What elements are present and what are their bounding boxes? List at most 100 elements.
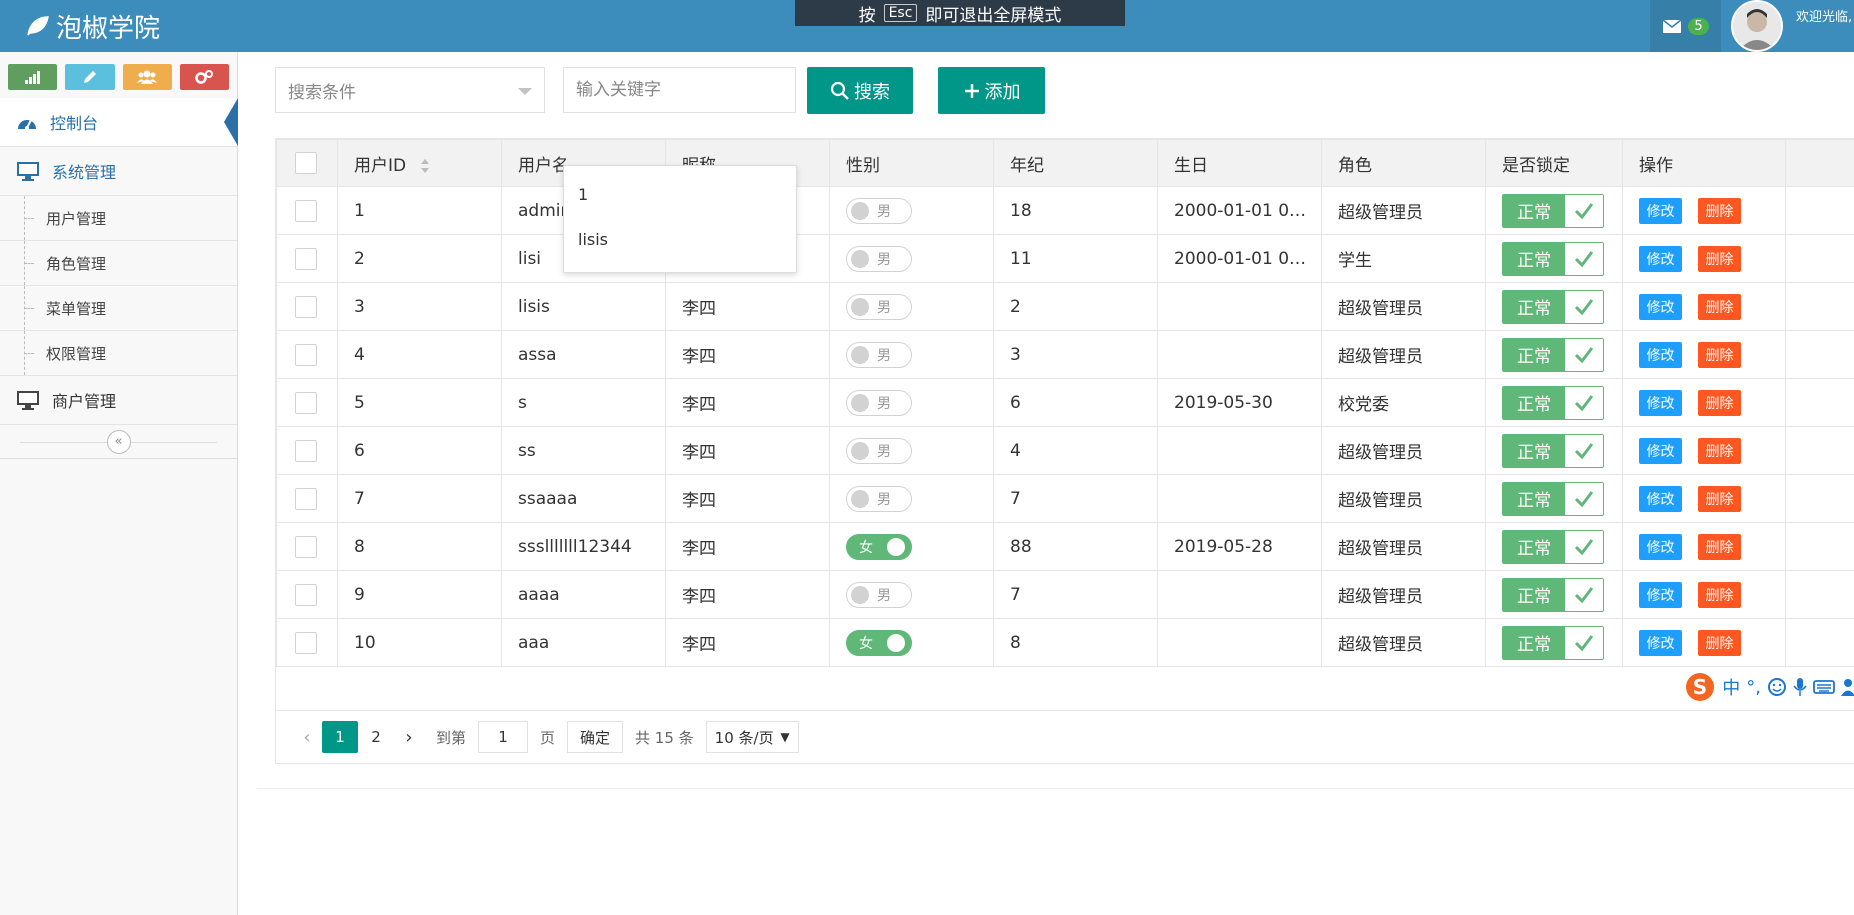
row-checkbox[interactable] xyxy=(295,391,317,414)
column-header-gender: 性别 xyxy=(829,139,994,187)
edit-quick-button[interactable] xyxy=(65,64,115,90)
edit-button[interactable]: 修改 xyxy=(1639,293,1682,320)
cell-nickname: 李四 xyxy=(665,570,830,619)
row-checkbox[interactable] xyxy=(295,439,317,462)
header-label: 是否锁定 xyxy=(1502,155,1570,176)
users-quick-button[interactable] xyxy=(122,64,172,90)
ime-punct[interactable]: °, xyxy=(1746,677,1761,698)
row-checkbox[interactable] xyxy=(295,199,317,222)
delete-button[interactable]: 删除 xyxy=(1698,341,1741,368)
edit-button[interactable]: 修改 xyxy=(1639,581,1682,608)
goto-confirm-button[interactable]: 确定 xyxy=(567,721,624,753)
gender-switch[interactable]: 男 xyxy=(846,197,912,224)
edit-button[interactable]: 修改 xyxy=(1639,341,1682,368)
search-button[interactable]: 搜索 xyxy=(807,67,913,114)
delete-button[interactable]: 删除 xyxy=(1698,245,1741,272)
sidebar-item-merchant[interactable]: 商户管理 xyxy=(0,376,237,425)
lock-toggle[interactable]: 正常 xyxy=(1502,193,1604,228)
microphone-icon[interactable] xyxy=(1793,677,1807,697)
row-checkbox[interactable] xyxy=(295,487,317,510)
edit-button[interactable]: 修改 xyxy=(1639,197,1682,224)
row-checkbox[interactable] xyxy=(295,343,317,366)
delete-button[interactable]: 删除 xyxy=(1698,533,1741,560)
row-checkbox[interactable] xyxy=(295,583,317,606)
sidebar-item-permissions[interactable]: 权限管理 xyxy=(0,331,237,376)
edit-button[interactable]: 修改 xyxy=(1639,485,1682,512)
cell-actions: 修改 删除 xyxy=(1622,474,1786,523)
edit-button[interactable]: 修改 xyxy=(1639,437,1682,464)
cell-gender: 男 xyxy=(829,474,994,523)
cell-birthday xyxy=(1157,570,1322,619)
lock-toggle[interactable]: 正常 xyxy=(1502,529,1604,564)
sort-icon[interactable] xyxy=(420,158,430,174)
row-checkbox[interactable] xyxy=(295,631,317,654)
avatar[interactable] xyxy=(1731,0,1783,52)
gender-switch[interactable]: 男 xyxy=(846,437,912,464)
cell-birthday xyxy=(1157,330,1322,379)
gender-switch[interactable]: 女 xyxy=(846,533,912,560)
page-size-select[interactable]: 10 条/页 ▼ xyxy=(705,721,799,753)
delete-button[interactable]: 删除 xyxy=(1698,293,1741,320)
page-button[interactable]: 2 xyxy=(358,721,394,753)
user-icon[interactable] xyxy=(1841,677,1854,697)
add-button[interactable]: 添加 xyxy=(938,67,1045,114)
sidebar-item-users[interactable]: 用户管理 xyxy=(0,196,237,241)
lock-toggle[interactable]: 正常 xyxy=(1502,577,1604,612)
gender-switch[interactable]: 女 xyxy=(846,629,912,656)
next-page-icon[interactable]: › xyxy=(394,727,424,748)
prev-page-icon[interactable]: ‹ xyxy=(292,727,322,748)
lock-toggle[interactable]: 正常 xyxy=(1502,625,1604,660)
gender-switch[interactable]: 男 xyxy=(846,341,912,368)
edit-button[interactable]: 修改 xyxy=(1639,629,1682,656)
lock-toggle[interactable]: 正常 xyxy=(1502,433,1604,468)
gender-switch[interactable]: 男 xyxy=(846,485,912,512)
cell-age: 6 xyxy=(993,378,1158,427)
ime-lang[interactable]: 中 xyxy=(1722,674,1740,700)
sidebar-item-menus[interactable]: 菜单管理 xyxy=(0,286,237,331)
lock-toggle[interactable]: 正常 xyxy=(1502,385,1604,420)
goto-page-input[interactable]: 1 xyxy=(478,721,529,753)
messages-button[interactable]: 5 xyxy=(1650,0,1721,52)
edit-button[interactable]: 修改 xyxy=(1639,389,1682,416)
lock-toggle[interactable]: 正常 xyxy=(1502,481,1604,516)
sidebar-item-system[interactable]: 系统管理 xyxy=(0,147,237,196)
gender-switch[interactable]: 男 xyxy=(846,581,912,608)
sidebar-item-roles[interactable]: 角色管理 xyxy=(0,241,237,286)
delete-button[interactable]: 删除 xyxy=(1698,437,1741,464)
delete-button[interactable]: 删除 xyxy=(1698,389,1741,416)
row-checkbox[interactable] xyxy=(295,535,317,558)
delete-button[interactable]: 删除 xyxy=(1698,581,1741,608)
emoji-icon[interactable] xyxy=(1767,677,1787,697)
row-checkbox[interactable] xyxy=(295,247,317,270)
search-condition-select[interactable]: 搜索条件 xyxy=(275,67,545,113)
logo[interactable]: 泡椒学院 xyxy=(26,6,160,46)
delete-button[interactable]: 删除 xyxy=(1698,485,1741,512)
delete-button[interactable]: 删除 xyxy=(1698,197,1741,224)
stats-button[interactable] xyxy=(8,64,58,90)
suggestion-item[interactable]: lisis xyxy=(564,217,796,262)
gender-switch[interactable]: 男 xyxy=(846,293,912,320)
keyword-input[interactable] xyxy=(563,67,796,113)
lock-toggle[interactable]: 正常 xyxy=(1502,289,1604,324)
keyboard-icon[interactable] xyxy=(1813,679,1835,695)
gender-switch[interactable]: 男 xyxy=(846,245,912,272)
row-checkbox[interactable] xyxy=(295,295,317,318)
column-header-id[interactable]: 用户ID xyxy=(337,139,502,187)
collapse-icon[interactable]: « xyxy=(106,429,131,454)
lock-toggle[interactable]: 正常 xyxy=(1502,337,1604,372)
page-button[interactable]: 1 xyxy=(322,721,358,753)
edit-button[interactable]: 修改 xyxy=(1639,245,1682,272)
keyword-suggestions: 1 lisis xyxy=(563,165,797,273)
sogou-icon[interactable]: S xyxy=(1684,671,1716,703)
suggestion-item[interactable]: 1 xyxy=(564,172,796,217)
gender-label: 男 xyxy=(877,203,891,220)
delete-button[interactable]: 删除 xyxy=(1698,629,1741,656)
lock-toggle[interactable]: 正常 xyxy=(1502,241,1604,276)
sidebar-item-dashboard[interactable]: 控制台 xyxy=(0,98,238,147)
settings-quick-button[interactable] xyxy=(179,64,229,90)
edit-button[interactable]: 修改 xyxy=(1639,533,1682,560)
cell-birthday: 2019-05-28 xyxy=(1157,522,1322,571)
switch-knob xyxy=(851,441,869,460)
select-all-checkbox[interactable] xyxy=(295,152,317,174)
gender-switch[interactable]: 男 xyxy=(846,389,912,416)
